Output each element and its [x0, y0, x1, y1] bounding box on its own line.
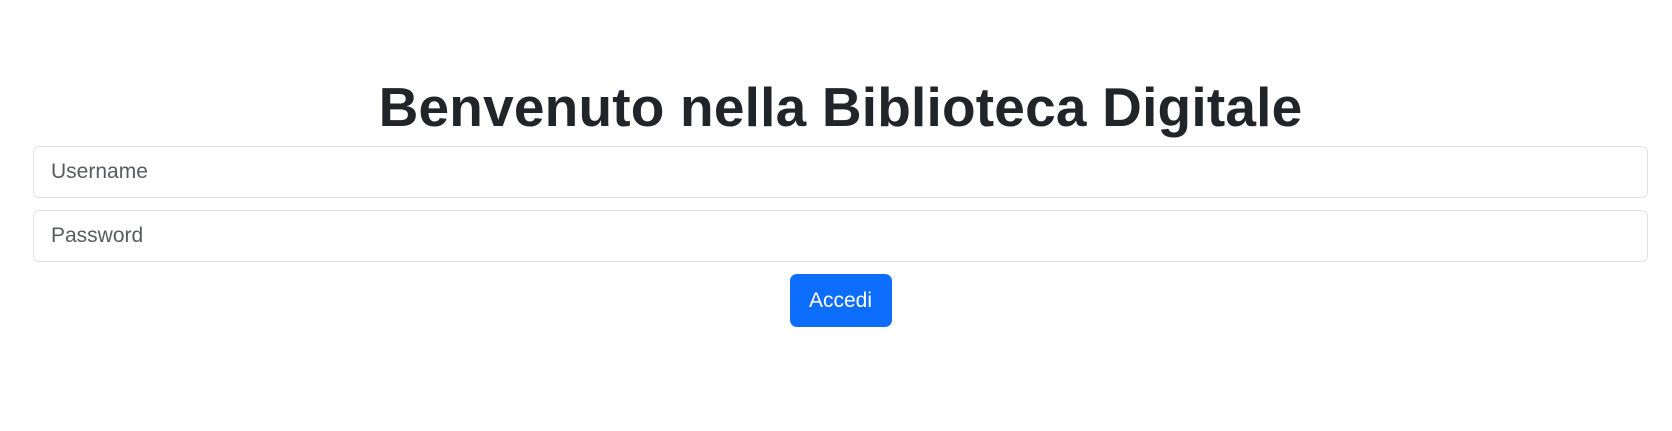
login-form: Benvenuto nella Biblioteca Digitale Acce…	[33, 68, 1648, 327]
login-button[interactable]: Accedi	[789, 274, 892, 327]
page-title: Benvenuto nella Biblioteca Digitale	[378, 76, 1303, 138]
login-page: Benvenuto nella Biblioteca Digitale Acce…	[0, 0, 1672, 431]
password-input[interactable]	[33, 210, 1648, 262]
username-input[interactable]	[33, 146, 1648, 198]
